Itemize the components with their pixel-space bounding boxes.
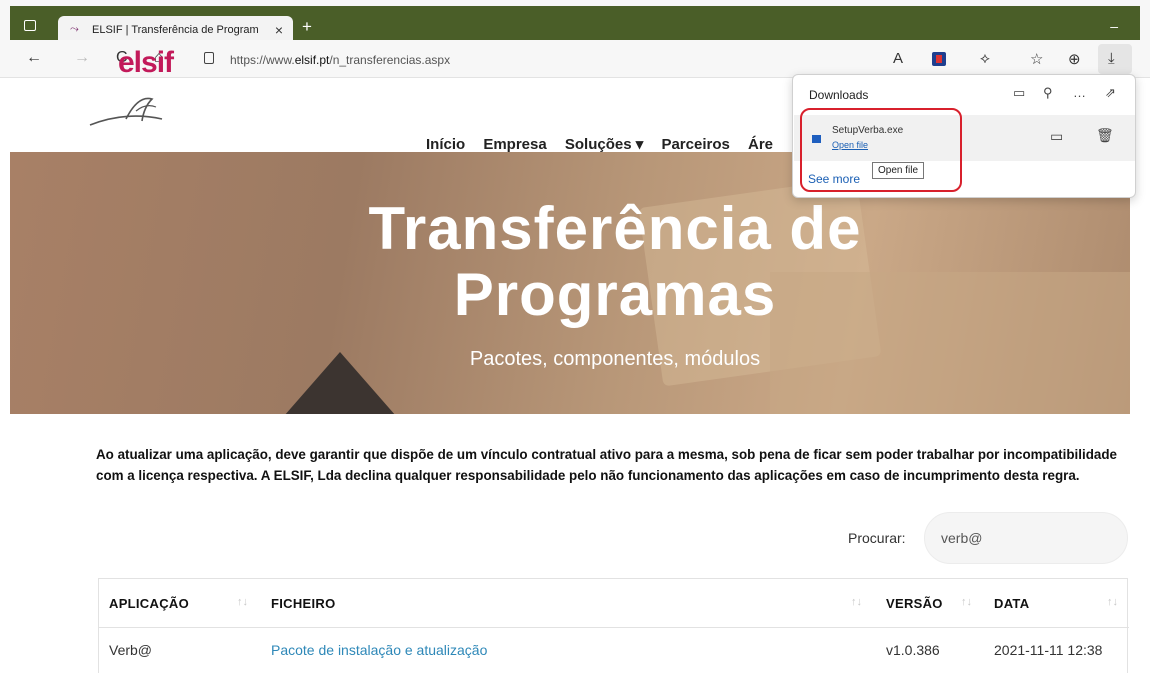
- url-text: https://www.elsif.pt/n_transferencias.as…: [230, 53, 451, 67]
- search-icon[interactable]: ⚲: [1043, 85, 1053, 101]
- column-header-data[interactable]: DATA: [994, 596, 1029, 611]
- tab-actions-icon[interactable]: [24, 20, 36, 31]
- sort-icon[interactable]: ↑↓: [961, 596, 972, 608]
- nav-solucoes[interactable]: Soluções ▾: [565, 135, 643, 153]
- pin-icon[interactable]: ⇗: [1105, 85, 1116, 101]
- elsif-favicon-icon: ⤳: [70, 23, 79, 35]
- tab-title: ELSIF | Transferência de Program: [92, 24, 259, 36]
- sort-icon[interactable]: ↑↓: [851, 596, 862, 608]
- column-header-versao[interactable]: VERSÃO: [886, 596, 943, 611]
- search-label: Procurar:: [848, 530, 906, 546]
- cell-versao: v1.0.386: [886, 642, 940, 658]
- nav-inicio[interactable]: Início: [426, 136, 465, 153]
- sort-icon[interactable]: ↑↓: [1107, 596, 1118, 608]
- downloads-button[interactable]: [1098, 44, 1132, 74]
- favorites-icon[interactable]: ☆: [1030, 50, 1043, 68]
- lock-icon[interactable]: [204, 52, 214, 64]
- site-nav: Início Empresa Soluções ▾ Parceiros Áre: [426, 135, 787, 153]
- minimize-button[interactable]: –: [1110, 18, 1118, 34]
- license-notice: Ao atualizar uma aplicação, deve garanti…: [96, 447, 1117, 483]
- page-subtitle: Pacotes, componentes, módulos: [469, 348, 761, 370]
- forward-button[interactable]: →: [74, 49, 90, 67]
- new-tab-button[interactable]: +: [302, 17, 312, 37]
- nav-empresa[interactable]: Empresa: [483, 136, 546, 153]
- elsif-logo[interactable]: [86, 89, 246, 139]
- annotation-highlight: [800, 108, 962, 192]
- show-in-folder-icon[interactable]: ▭: [1050, 128, 1063, 145]
- cell-ficheiro-link[interactable]: Pacote de instalação e atualização: [271, 642, 487, 658]
- back-button[interactable]: ←: [26, 49, 42, 67]
- nav-parceiros[interactable]: Parceiros: [661, 136, 729, 153]
- column-header-aplicacao[interactable]: APLICAÇÃO: [109, 596, 189, 611]
- tab-strip: ⤳ ELSIF | Transferência de Program × + –: [10, 6, 1140, 46]
- browser-window: ⤳ ELSIF | Transferência de Program × + –…: [0, 0, 1150, 673]
- sort-icon[interactable]: ↑↓: [237, 596, 248, 608]
- cell-aplicacao: Verb@: [109, 642, 153, 658]
- extension-icon[interactable]: [932, 52, 946, 66]
- collections-icon[interactable]: ⊕: [1068, 50, 1081, 68]
- table-divider: [99, 627, 1129, 628]
- cell-data: 2021-11-11 12:38: [994, 642, 1103, 658]
- address-bar[interactable]: https://www.elsif.pt/n_transferencias.as…: [196, 46, 876, 72]
- read-aloud-icon[interactable]: A: [893, 50, 903, 67]
- puzzle-icon[interactable]: ⟡: [980, 50, 990, 67]
- page-title: Transferência de Programas: [368, 195, 862, 328]
- downloads-icon[interactable]: ⤓: [1108, 50, 1115, 67]
- downloads-title: Downloads: [809, 88, 869, 102]
- downloads-table: APLICAÇÃO ↑↓ FICHEIRO ↑↓ VERSÃO ↑↓ DATA …: [98, 578, 1129, 673]
- delete-icon[interactable]: 🗑: [1096, 127, 1114, 144]
- tab-bar: ⤳ ELSIF | Transferência de Program × + –: [0, 0, 1150, 46]
- open-downloads-folder-icon[interactable]: ▭: [1013, 85, 1025, 101]
- nav-area[interactable]: Áre: [748, 136, 773, 153]
- column-header-ficheiro[interactable]: FICHEIRO: [271, 596, 336, 611]
- logo-text[interactable]: elsif: [118, 46, 174, 80]
- tab-close-button[interactable]: ×: [275, 22, 283, 38]
- more-options-icon[interactable]: …: [1073, 85, 1086, 100]
- search-input[interactable]: [924, 512, 1128, 564]
